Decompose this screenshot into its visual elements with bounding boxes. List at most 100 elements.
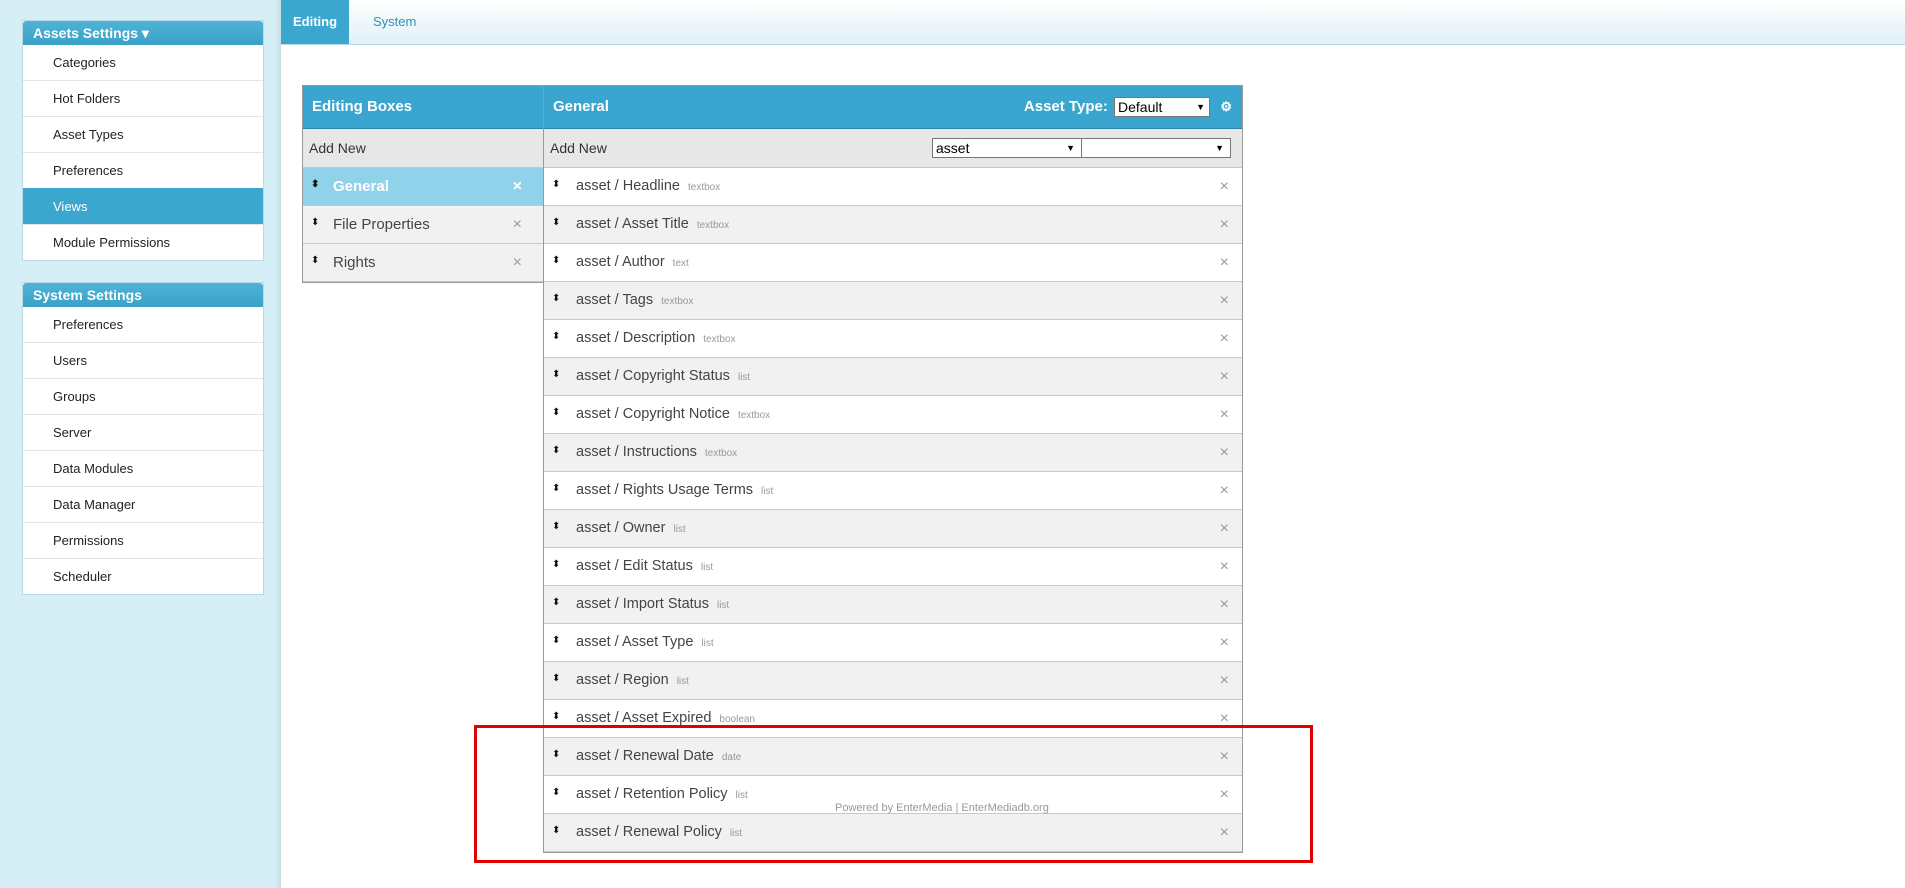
close-icon[interactable]: × bbox=[1220, 358, 1229, 395]
sidebar-item-hot-folders[interactable]: Hot Folders bbox=[23, 80, 263, 116]
field-row[interactable]: ⬍ asset / Rights Usage Terms list × bbox=[544, 472, 1242, 510]
editing-box-file-properties[interactable]: ⬍ File Properties × bbox=[303, 206, 544, 244]
sidebar-item-data-manager[interactable]: Data Manager bbox=[23, 486, 263, 522]
field-group-select[interactable]: asset ▼ bbox=[932, 138, 1082, 158]
close-icon[interactable]: × bbox=[1220, 776, 1229, 813]
sort-handle-icon[interactable]: ⬍ bbox=[311, 244, 319, 277]
close-icon[interactable]: × bbox=[1220, 662, 1229, 699]
sidebar-item-preferences[interactable]: Preferences bbox=[23, 152, 263, 188]
general-add-new-row: Add New asset ▼ ▼ bbox=[544, 129, 1242, 168]
field-label: asset / Description textbox bbox=[576, 320, 736, 358]
field-type: boolean bbox=[719, 714, 755, 725]
sort-handle-icon[interactable]: ⬍ bbox=[552, 472, 560, 505]
close-icon[interactable]: × bbox=[513, 244, 522, 281]
sort-handle-icon[interactable]: ⬍ bbox=[552, 624, 560, 657]
close-icon[interactable]: × bbox=[1220, 472, 1229, 509]
editing-boxes-add-new[interactable]: Add New bbox=[303, 129, 544, 168]
close-icon[interactable]: × bbox=[1220, 282, 1229, 319]
close-icon[interactable]: × bbox=[1220, 320, 1229, 357]
close-icon[interactable]: × bbox=[513, 168, 522, 205]
field-label: asset / Region list bbox=[576, 662, 689, 700]
close-icon[interactable]: × bbox=[1220, 548, 1229, 585]
sort-handle-icon[interactable]: ⬍ bbox=[552, 358, 560, 391]
field-type: list bbox=[673, 524, 686, 535]
sort-handle-icon[interactable]: ⬍ bbox=[552, 244, 560, 277]
editing-box-rights[interactable]: ⬍ Rights × bbox=[303, 244, 544, 282]
field-type: textbox bbox=[687, 182, 721, 193]
field-row[interactable]: ⬍ asset / Region list × bbox=[544, 662, 1242, 700]
field-row[interactable]: ⬍ asset / Asset Type list × bbox=[544, 624, 1242, 662]
sort-handle-icon[interactable]: ⬍ bbox=[552, 434, 560, 467]
sort-handle-icon[interactable]: ⬍ bbox=[552, 814, 560, 847]
field-row[interactable]: ⬍ asset / Import Status list × bbox=[544, 586, 1242, 624]
general-add-new[interactable]: Add New bbox=[550, 140, 607, 156]
close-icon[interactable]: × bbox=[1220, 510, 1229, 547]
sort-handle-icon[interactable]: ⬍ bbox=[552, 282, 560, 315]
close-icon[interactable]: × bbox=[1220, 586, 1229, 623]
sidebar-item-asset-types[interactable]: Asset Types bbox=[23, 116, 263, 152]
sidebar-item-views[interactable]: Views bbox=[23, 188, 263, 224]
general-header: General Asset Type: Default ▼ ⚙ bbox=[544, 86, 1242, 129]
sidebar-item-users[interactable]: Users bbox=[23, 342, 263, 378]
gear-icon[interactable]: ⚙ bbox=[1220, 86, 1232, 128]
field-row[interactable]: ⬍ asset / Instructions textbox × bbox=[544, 434, 1242, 472]
field-row[interactable]: ⬍ asset / Copyright Status list × bbox=[544, 358, 1242, 396]
sidebar-item-scheduler[interactable]: Scheduler bbox=[23, 558, 263, 594]
field-row[interactable]: ⬍ asset / Tags textbox × bbox=[544, 282, 1242, 320]
sort-handle-icon[interactable]: ⬍ bbox=[552, 700, 560, 733]
close-icon[interactable]: × bbox=[1220, 434, 1229, 471]
asset-type-select[interactable]: Default ▼ bbox=[1114, 97, 1210, 118]
sort-handle-icon[interactable]: ⬍ bbox=[552, 206, 560, 239]
field-list: ⬍ asset / Headline textbox × ⬍ asset / Asset … bbox=[544, 168, 1242, 852]
asset-type-control: Asset Type: Default ▼ bbox=[1024, 86, 1210, 128]
sort-handle-icon[interactable]: ⬍ bbox=[552, 320, 560, 353]
field-name: asset / Rights Usage Terms bbox=[576, 482, 754, 498]
field-label: asset / Rights Usage Terms list bbox=[576, 472, 773, 510]
field-name: asset / Edit Status bbox=[576, 558, 693, 574]
field-row[interactable]: ⬍ asset / Headline textbox × bbox=[544, 168, 1242, 206]
sidebar-item-module-permissions[interactable]: Module Permissions bbox=[23, 224, 263, 260]
close-icon[interactable]: × bbox=[1220, 700, 1229, 737]
sidebar-item-data-modules[interactable]: Data Modules bbox=[23, 450, 263, 486]
close-icon[interactable]: × bbox=[1220, 206, 1229, 243]
asset-type-value: Default bbox=[1118, 99, 1163, 116]
sort-handle-icon[interactable]: ⬍ bbox=[552, 586, 560, 619]
sidebar-item-permissions[interactable]: Permissions bbox=[23, 522, 263, 558]
close-icon[interactable]: × bbox=[1220, 814, 1229, 851]
sort-handle-icon[interactable]: ⬍ bbox=[552, 396, 560, 429]
editing-box-general[interactable]: ⬍ General × bbox=[303, 168, 544, 206]
field-row[interactable]: ⬍ asset / Asset Expired boolean × bbox=[544, 700, 1242, 738]
sidebar-item-categories[interactable]: Categories bbox=[23, 45, 263, 80]
sidebar-item-system-preferences[interactable]: Preferences bbox=[23, 307, 263, 342]
field-row[interactable]: ⬍ asset / Renewal Date date × bbox=[544, 738, 1242, 776]
close-icon[interactable]: × bbox=[1220, 396, 1229, 433]
field-row[interactable]: ⬍ asset / Edit Status list × bbox=[544, 548, 1242, 586]
sidebar-item-server[interactable]: Server bbox=[23, 414, 263, 450]
close-icon[interactable]: × bbox=[1220, 168, 1229, 205]
sort-handle-icon[interactable]: ⬍ bbox=[552, 776, 560, 809]
sort-handle-icon[interactable]: ⬍ bbox=[552, 510, 560, 543]
sort-handle-icon[interactable]: ⬍ bbox=[311, 168, 319, 201]
close-icon[interactable]: × bbox=[1220, 244, 1229, 281]
sort-handle-icon[interactable]: ⬍ bbox=[552, 662, 560, 695]
field-row[interactable]: ⬍ asset / Asset Title textbox × bbox=[544, 206, 1242, 244]
sidebar-item-groups[interactable]: Groups bbox=[23, 378, 263, 414]
assets-settings-header[interactable]: Assets Settings ▾ bbox=[23, 21, 263, 45]
close-icon[interactable]: × bbox=[513, 206, 522, 243]
field-select[interactable]: ▼ bbox=[1081, 138, 1231, 158]
sort-handle-icon[interactable]: ⬍ bbox=[552, 738, 560, 771]
sort-handle-icon[interactable]: ⬍ bbox=[311, 206, 319, 239]
tab-editing[interactable]: Editing bbox=[281, 0, 350, 44]
sort-handle-icon[interactable]: ⬍ bbox=[552, 548, 560, 581]
field-row[interactable]: ⬍ asset / Author text × bbox=[544, 244, 1242, 282]
close-icon[interactable]: × bbox=[1220, 738, 1229, 775]
field-row[interactable]: ⬍ asset / Owner list × bbox=[544, 510, 1242, 548]
assets-settings-panel: Assets Settings ▾ Categories Hot Folders… bbox=[22, 20, 264, 261]
sort-handle-icon[interactable]: ⬍ bbox=[552, 168, 560, 201]
close-icon[interactable]: × bbox=[1220, 624, 1229, 661]
tab-system[interactable]: System bbox=[361, 0, 428, 44]
field-row[interactable]: ⬍ asset / Renewal Policy list × bbox=[544, 814, 1242, 852]
field-row[interactable]: ⬍ asset / Description textbox × bbox=[544, 320, 1242, 358]
system-settings-header[interactable]: System Settings bbox=[23, 283, 263, 307]
field-row[interactable]: ⬍ asset / Copyright Notice textbox × bbox=[544, 396, 1242, 434]
